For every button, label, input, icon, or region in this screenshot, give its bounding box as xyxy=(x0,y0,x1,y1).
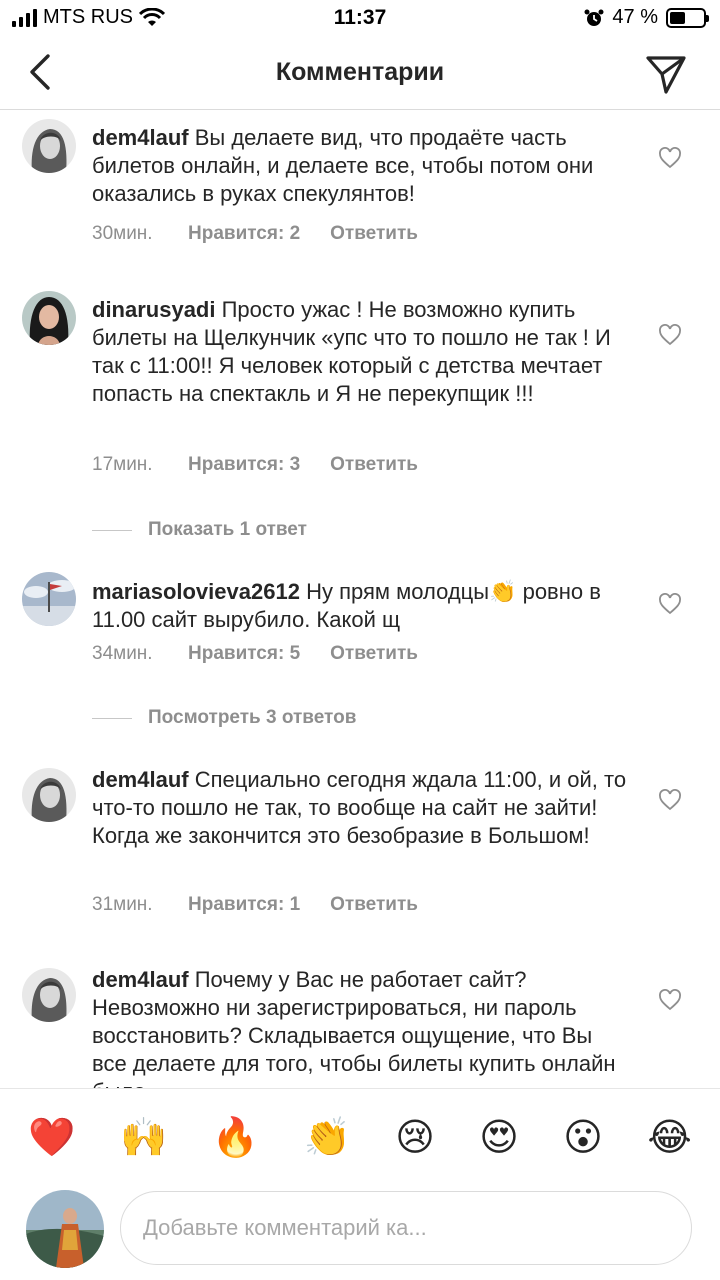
comment-username[interactable]: dem4lauf xyxy=(92,767,189,792)
comment-time: 34мин. xyxy=(92,643,153,664)
comment-meta: 34мин. Нравится: 5 Ответить xyxy=(92,643,418,665)
comment-username[interactable]: mariasolovieva2612 xyxy=(92,579,300,604)
comment-meta: 31мин. Нравится: 1 Ответить xyxy=(92,894,418,916)
comment-text: dem4lauf Специально сегодня ждала 11:00,… xyxy=(92,766,627,850)
raised-hands-emoji-button[interactable]: 🙌 xyxy=(120,1118,167,1156)
heart-emoji-button[interactable]: ❤️ xyxy=(28,1118,75,1156)
comment-meta: 17мин. Нравится: 3 Ответить xyxy=(92,454,418,476)
replies-divider xyxy=(92,529,132,531)
reply-button[interactable]: Ответить xyxy=(330,223,418,245)
comment-likes[interactable]: Нравится: 1 xyxy=(188,894,300,916)
reply-button[interactable]: Ответить xyxy=(330,454,418,476)
status-bar: MTS RUS 11:37 47 % xyxy=(0,0,720,38)
comment-likes[interactable]: Нравится: 5 xyxy=(188,643,300,665)
comment-text: mariasolovieva2612 Ну прям молодцы👏 ровн… xyxy=(92,578,627,634)
comment-time: 31мин. xyxy=(92,894,153,915)
replies-toggle-label: Посмотреть 3 ответов xyxy=(148,707,357,728)
comment-composer xyxy=(0,1184,720,1280)
avatar[interactable] xyxy=(22,291,76,345)
emoji-bar: ❤️ 🙌 🔥 👏 😢 😍 😮 😂 xyxy=(0,1088,720,1184)
paper-plane-icon[interactable] xyxy=(644,52,688,96)
avatar[interactable] xyxy=(22,119,76,173)
comment-likes[interactable]: Нравится: 3 xyxy=(188,454,300,476)
battery-icon xyxy=(666,7,709,28)
reply-button[interactable]: Ответить xyxy=(330,643,418,665)
surprised-emoji-button[interactable]: 😮 xyxy=(563,1118,603,1156)
avatar[interactable] xyxy=(22,572,76,626)
heart-icon[interactable] xyxy=(658,789,682,811)
heart-icon[interactable] xyxy=(658,593,682,615)
crying-emoji-button[interactable]: 😢 xyxy=(395,1118,435,1156)
comment-text: dem4lauf Вы делаете вид, что продаёте ча… xyxy=(92,124,627,208)
heart-icon[interactable] xyxy=(658,989,682,1011)
comment-input[interactable] xyxy=(120,1191,692,1265)
comment-username[interactable]: dem4lauf xyxy=(92,967,189,992)
replies-toggle-label: Показать 1 ответ xyxy=(148,519,307,540)
reply-button[interactable]: Ответить xyxy=(330,894,418,916)
alarm-icon xyxy=(584,9,604,26)
heart-icon[interactable] xyxy=(658,147,682,169)
avatar[interactable] xyxy=(22,768,76,822)
replies-divider xyxy=(92,717,132,719)
comment-list[interactable]: dem4lauf Вы делаете вид, что продаёте ча… xyxy=(0,111,720,1088)
header: Комментарии xyxy=(0,38,720,110)
page-title: Комментарии xyxy=(275,58,445,86)
fire-emoji-button[interactable]: 🔥 xyxy=(212,1118,259,1156)
comment-time: 30мин. xyxy=(92,223,153,244)
heart-eyes-emoji-button[interactable]: 😍 xyxy=(479,1118,519,1156)
laughing-emoji-button[interactable]: 😂 xyxy=(647,1118,691,1156)
avatar[interactable] xyxy=(22,968,76,1022)
comment-username[interactable]: dem4lauf xyxy=(92,125,189,150)
battery-level xyxy=(670,11,686,24)
show-replies-button[interactable]: Посмотреть 3 ответов xyxy=(92,707,356,729)
clap-emoji-button[interactable]: 👏 xyxy=(303,1118,350,1156)
comment-username[interactable]: dinarusyadi xyxy=(92,297,215,322)
heart-icon[interactable] xyxy=(658,324,682,346)
my-avatar xyxy=(26,1190,104,1268)
comment-time: 17мин. xyxy=(92,454,153,475)
comment-meta: 30мин. Нравится: 2 Ответить xyxy=(92,223,418,245)
show-replies-button[interactable]: Показать 1 ответ xyxy=(92,519,307,541)
battery-percent: 47 % xyxy=(612,6,658,28)
comment-text: dinarusyadi Просто ужас ! Не возможно ку… xyxy=(92,296,627,408)
comment-likes[interactable]: Нравится: 2 xyxy=(188,223,300,245)
comment-text: dem4lauf Почему у Вас не работает сайт? … xyxy=(92,966,627,1088)
battery-group: 47 % xyxy=(584,6,709,29)
